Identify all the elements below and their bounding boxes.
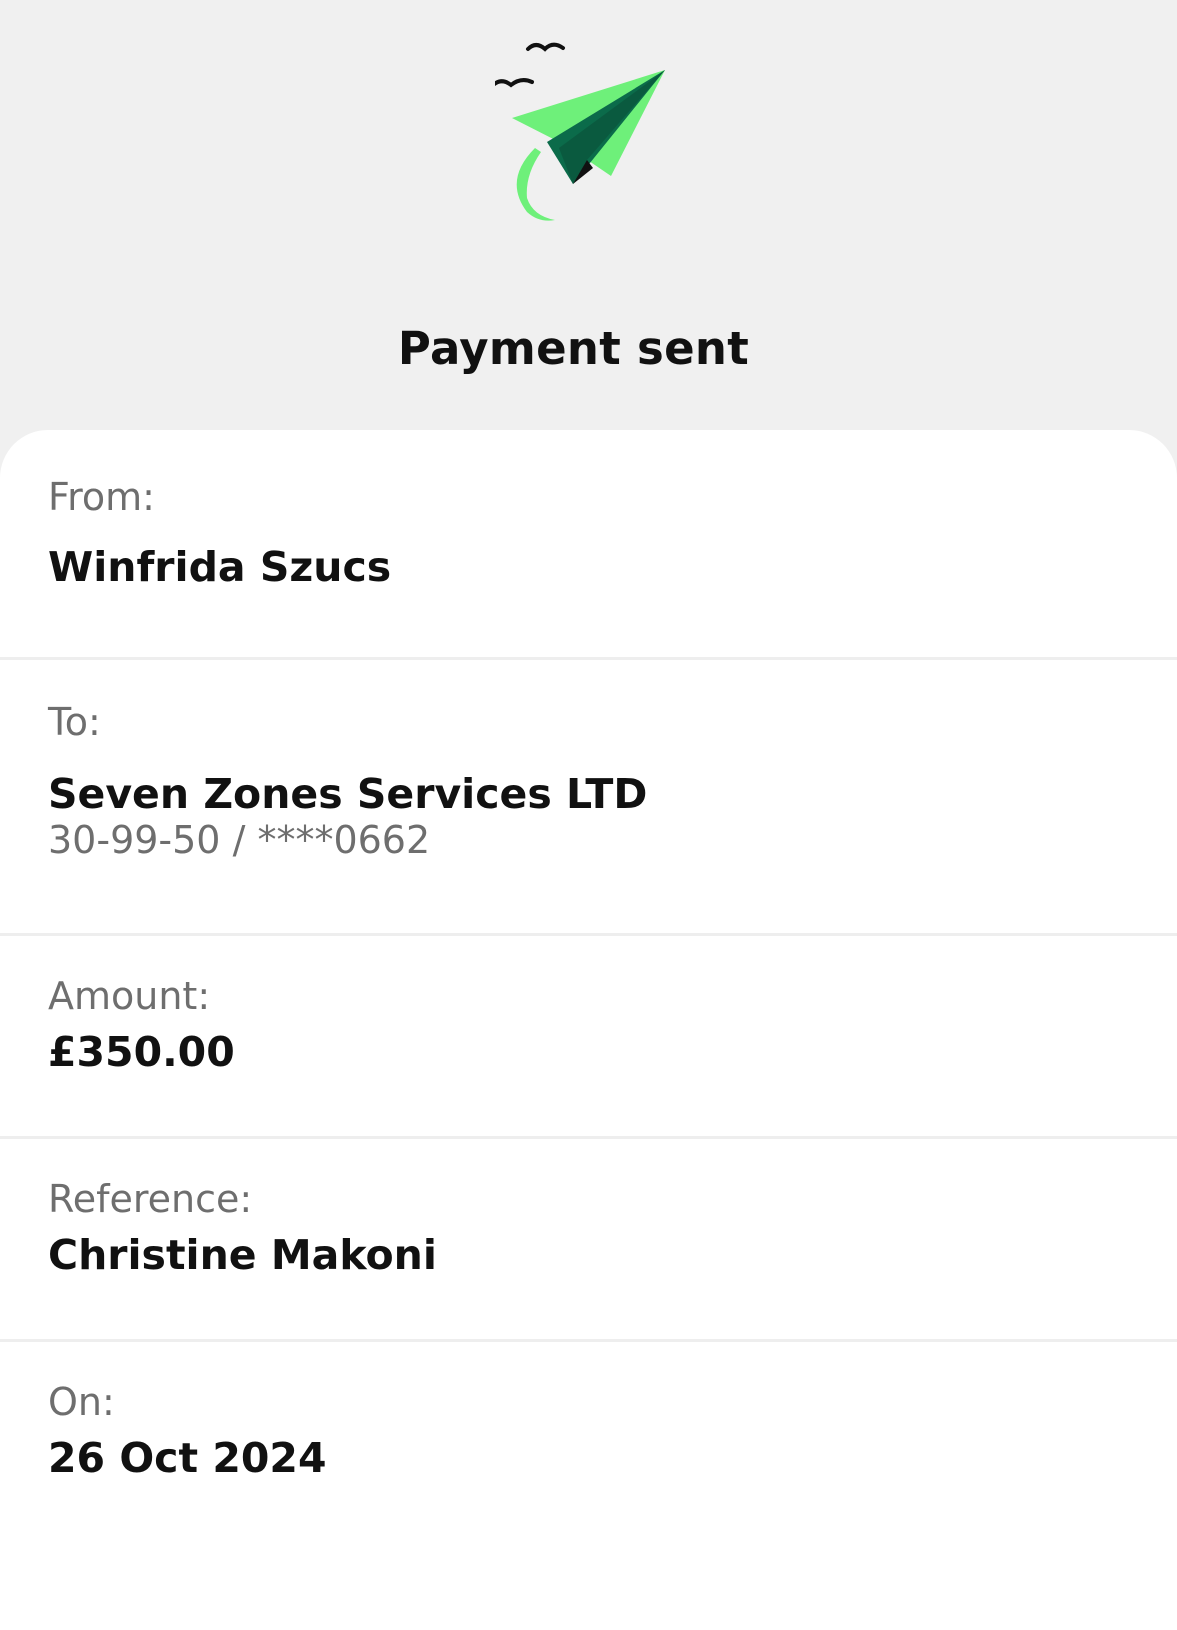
amount-value: £350.00 — [48, 1028, 235, 1076]
detail-row-from: From: Winfrida Szucs — [0, 430, 1177, 660]
paper-plane-icon — [495, 42, 665, 221]
detail-row-date: On: 26 Oct 2024 — [0, 1342, 1177, 1602]
payment-hero: Payment sent — [0, 0, 1177, 430]
amount-label: Amount: — [48, 974, 211, 1018]
date-value: 26 Oct 2024 — [48, 1434, 327, 1482]
to-account-number: 30-99-50 / ****0662 — [48, 818, 431, 862]
detail-row-to: To: Seven Zones Services LTD 30-99-50 / … — [0, 660, 1177, 936]
page-title: Payment sent — [397, 322, 750, 375]
date-label: On: — [48, 1380, 115, 1424]
reference-value: Christine Makoni — [48, 1231, 437, 1279]
reference-label: Reference: — [48, 1177, 253, 1221]
to-label: To: — [48, 700, 101, 744]
detail-row-amount: Amount: £350.00 — [0, 936, 1177, 1139]
detail-row-reference: Reference: Christine Makoni — [0, 1139, 1177, 1342]
to-value: Seven Zones Services LTD — [48, 770, 648, 818]
payment-details-card: From: Winfrida Szucs To: Seven Zones Ser… — [0, 430, 1177, 1630]
from-value: Winfrida Szucs — [48, 543, 392, 591]
from-label: From: — [48, 475, 155, 519]
